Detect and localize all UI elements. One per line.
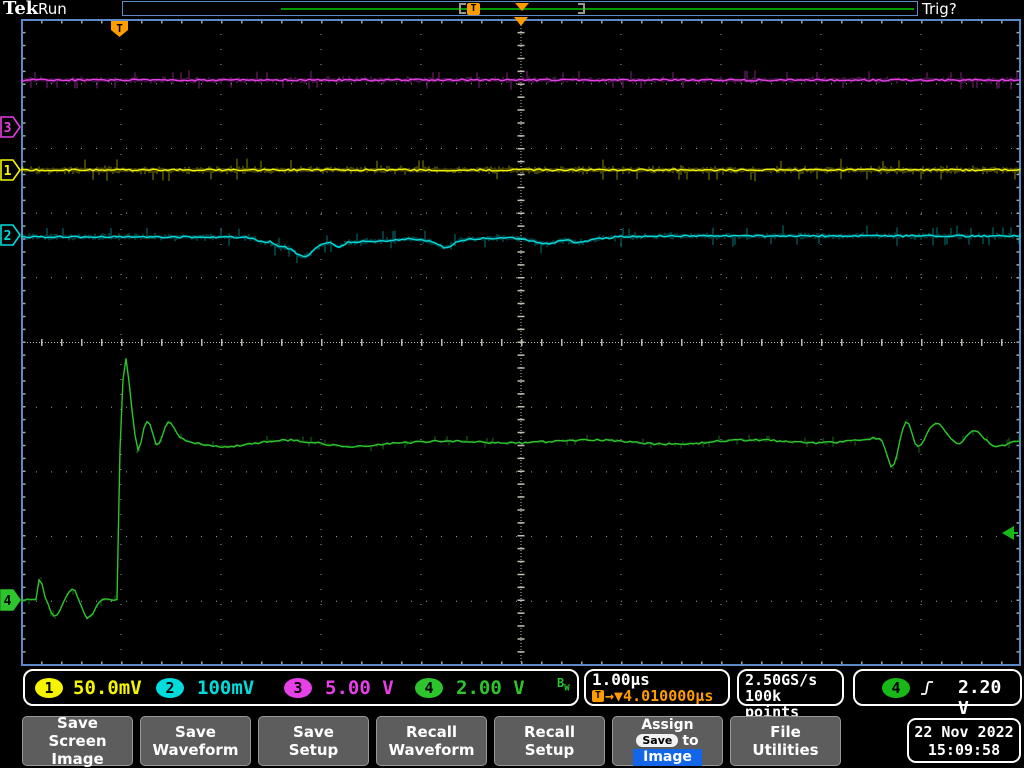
recall-waveform-button[interactable]: Recall Waveform — [376, 716, 487, 766]
assign-target-highlight: Image — [633, 748, 702, 766]
trigger-level-arrow-icon — [1002, 526, 1018, 540]
channel-4-marker: 4 — [0, 589, 21, 611]
button-label: Setup — [524, 741, 575, 759]
waveform-display — [21, 19, 1021, 666]
recall-setup-button[interactable]: Recall Setup — [494, 716, 605, 766]
save-screen-image-button[interactable]: Save Screen Image — [22, 714, 133, 768]
sample-rate: 2.50GS/s — [745, 671, 818, 689]
button-label: Save — [57, 714, 98, 732]
timebase-scale: 1.00µs — [592, 670, 650, 689]
channel-1-scale: 50.0mV — [73, 677, 142, 699]
button-label: Save — [175, 723, 216, 741]
time-text: 15:09:58 — [927, 740, 1001, 759]
window-bracket-left-icon — [459, 3, 466, 14]
trigger-readout-box: 4 2.20 V — [853, 669, 1022, 719]
button-label: Setup — [288, 741, 339, 759]
oscilloscope-screen: Tek Run T Trig? T 1 2 3 4 1 50.0mV 2 100mV … — [0, 0, 1024, 768]
channel-2-marker: 2 — [0, 224, 21, 246]
assign-save-button[interactable]: Assign Save to Image — [612, 716, 723, 766]
trigger-position-badge: T — [467, 3, 480, 15]
channel-3-badge: 3 — [284, 678, 312, 698]
date-text: 22 Nov 2022 — [914, 722, 1014, 741]
save-waveform-button[interactable]: Save Waveform — [140, 716, 251, 766]
channel-4-scale: 2.00 V — [456, 677, 525, 699]
trigger-status: Trig? — [922, 0, 957, 18]
channel-4-badge: 4 — [415, 678, 443, 698]
delay-trigger-badge: T — [592, 690, 604, 702]
svg-text:T: T — [116, 22, 123, 35]
svg-text:3: 3 — [4, 121, 12, 136]
button-label: Recall — [523, 723, 576, 741]
save-key-badge: Save — [636, 734, 679, 747]
bandwidth-limit-indicator: BW — [557, 676, 570, 694]
button-label: Recall — [405, 723, 458, 741]
acquisition-status: Run — [38, 0, 67, 18]
channel-2-scale: 100mV — [197, 677, 255, 699]
trigger-level: 2.20 V — [958, 677, 1002, 719]
button-label: Assign — [641, 716, 694, 733]
window-center-marker-icon — [515, 3, 529, 11]
acquisition-readout-box: 2.50GS/s 100k points — [737, 669, 844, 720]
button-label: Save — [293, 723, 334, 741]
button-label: Waveform — [152, 741, 239, 759]
trigger-point-flag-icon: T — [111, 21, 128, 37]
rising-edge-icon — [921, 681, 933, 695]
button-label: Utilities — [752, 741, 819, 759]
expansion-point-icon — [514, 17, 528, 26]
channel-3-marker: 3 — [0, 116, 21, 138]
record-waveform-line — [281, 8, 914, 10]
acquisition-preview-bar: T — [122, 1, 918, 16]
channel-1-marker: 1 — [0, 159, 21, 181]
file-utilities-button[interactable]: File Utilities — [730, 716, 841, 766]
graticule: T 1 2 3 4 — [0, 17, 1021, 666]
save-setup-button[interactable]: Save Setup — [258, 716, 369, 766]
channel-1-badge: 1 — [35, 678, 63, 698]
tek-logo: Tek — [3, 0, 39, 19]
datetime-box: 22 Nov 2022 15:09:58 — [907, 718, 1021, 763]
timebase-readout-box: 1.00µs T →▼4.010000µs — [584, 669, 730, 706]
window-bracket-right-icon — [578, 3, 585, 14]
svg-text:1: 1 — [4, 164, 12, 179]
button-label: Screen Image — [48, 732, 107, 768]
top-status-bar: Tek Run T Trig? — [0, 0, 1024, 19]
button-label: File — [770, 723, 801, 741]
readout-bar: 1 50.0mV 2 100mV 3 5.00 V 4 2.00 V BW 1.… — [0, 666, 1024, 720]
channel-readout-box: 1 50.0mV 2 100mV 3 5.00 V 4 2.00 V BW — [23, 669, 579, 706]
svg-text:4: 4 — [4, 594, 12, 609]
channel-3-scale: 5.00 V — [325, 677, 394, 699]
button-label: to — [682, 732, 699, 749]
trigger-source-badge: 4 — [882, 678, 910, 698]
button-label: Waveform — [388, 741, 475, 759]
menu-bar: Save Screen Image Save Waveform Save Set… — [0, 714, 1024, 768]
trigger-delay-readout: T →▼4.010000µs — [592, 688, 728, 704]
svg-text:2: 2 — [4, 229, 12, 244]
channel-2-badge: 2 — [156, 678, 184, 698]
